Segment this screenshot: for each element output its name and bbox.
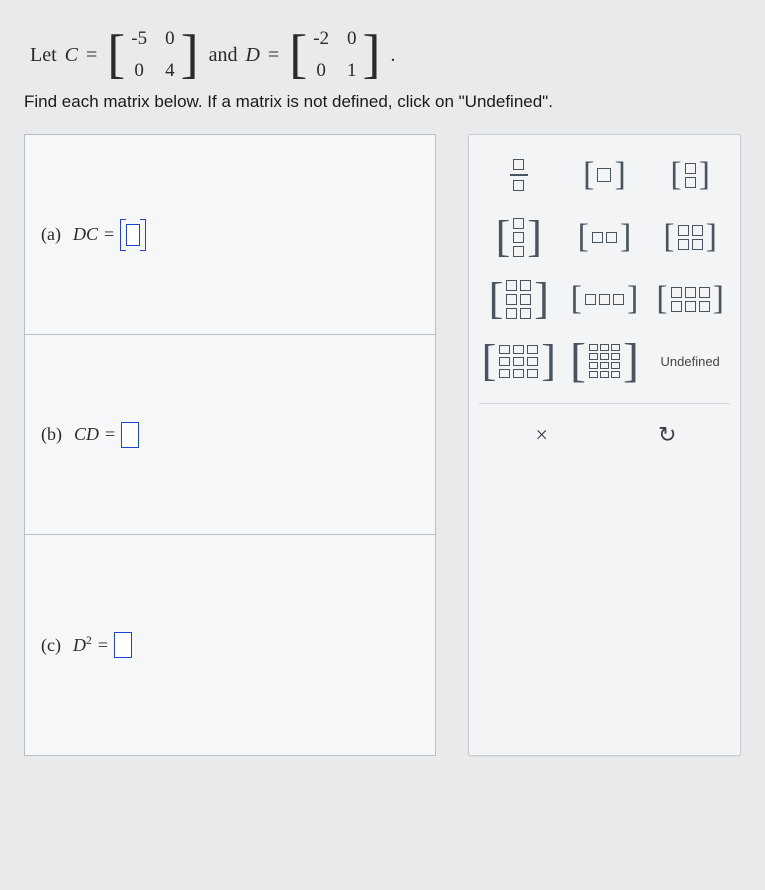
equals: = (104, 224, 114, 245)
part-a-input[interactable] (120, 219, 146, 251)
part-b-tag: (b) (41, 424, 62, 445)
instruction-text: Find each matrix below. If a matrix is n… (24, 92, 741, 112)
part-a-expr: DC (73, 224, 98, 245)
clear-button[interactable]: × (522, 418, 562, 452)
close-icon: × (535, 422, 547, 448)
matrix-1x3-button[interactable]: [ ] (565, 275, 643, 323)
part-c-cell: (c) D2 = (25, 535, 435, 755)
equals: = (268, 44, 279, 67)
matrix-3x2-button[interactable]: [ ] (480, 275, 558, 323)
equals: = (86, 44, 97, 67)
let-text: Let (30, 44, 57, 67)
matrix-d-label: D (245, 44, 259, 67)
and-text: and (209, 44, 238, 67)
part-a-tag: (a) (41, 224, 61, 245)
part-b-cell: (b) CD = (25, 335, 435, 535)
period: . (391, 44, 396, 67)
undefined-button[interactable]: Undefined (651, 337, 729, 385)
matrix-c-label: C (65, 44, 78, 67)
equals: = (105, 424, 115, 445)
fraction-button[interactable] (480, 151, 558, 199)
part-b-expr: CD (74, 424, 99, 445)
matrix-c: [ -5 0 0 4 ] (105, 28, 200, 82)
matrix-1x2-button[interactable]: [ ] (565, 213, 643, 261)
matrix-2x3-button[interactable]: [ ] (651, 275, 729, 323)
matrix-3x3-button[interactable]: [ ] (480, 337, 558, 385)
part-c-expr: D2 (73, 634, 92, 656)
problem-statement: Let C = [ -5 0 0 4 ] and D = [ -2 0 0 1 … (30, 28, 741, 82)
part-c-input[interactable] (114, 632, 132, 658)
part-a-cell: (a) DC = (25, 135, 435, 335)
matrix-4x3-button[interactable]: [ ] (565, 337, 643, 385)
answer-table: (a) DC = (b) CD = (c) D2 (24, 134, 436, 756)
part-b-input[interactable] (121, 422, 139, 448)
matrix-1x1-button[interactable]: [] (565, 151, 643, 199)
matrix-d: [ -2 0 0 1 ] (287, 28, 382, 82)
tool-panel: [] [ ] [ ] [ ] [ (468, 134, 741, 756)
reset-icon: ↺ (658, 422, 676, 448)
matrix-2x2-button[interactable]: [ ] (651, 213, 729, 261)
reset-button[interactable]: ↺ (647, 418, 687, 452)
matrix-2x1-button[interactable]: [ ] (651, 151, 729, 199)
matrix-3x1-button[interactable]: [ ] (480, 213, 558, 261)
part-c-tag: (c) (41, 635, 61, 656)
equals: = (98, 635, 108, 656)
